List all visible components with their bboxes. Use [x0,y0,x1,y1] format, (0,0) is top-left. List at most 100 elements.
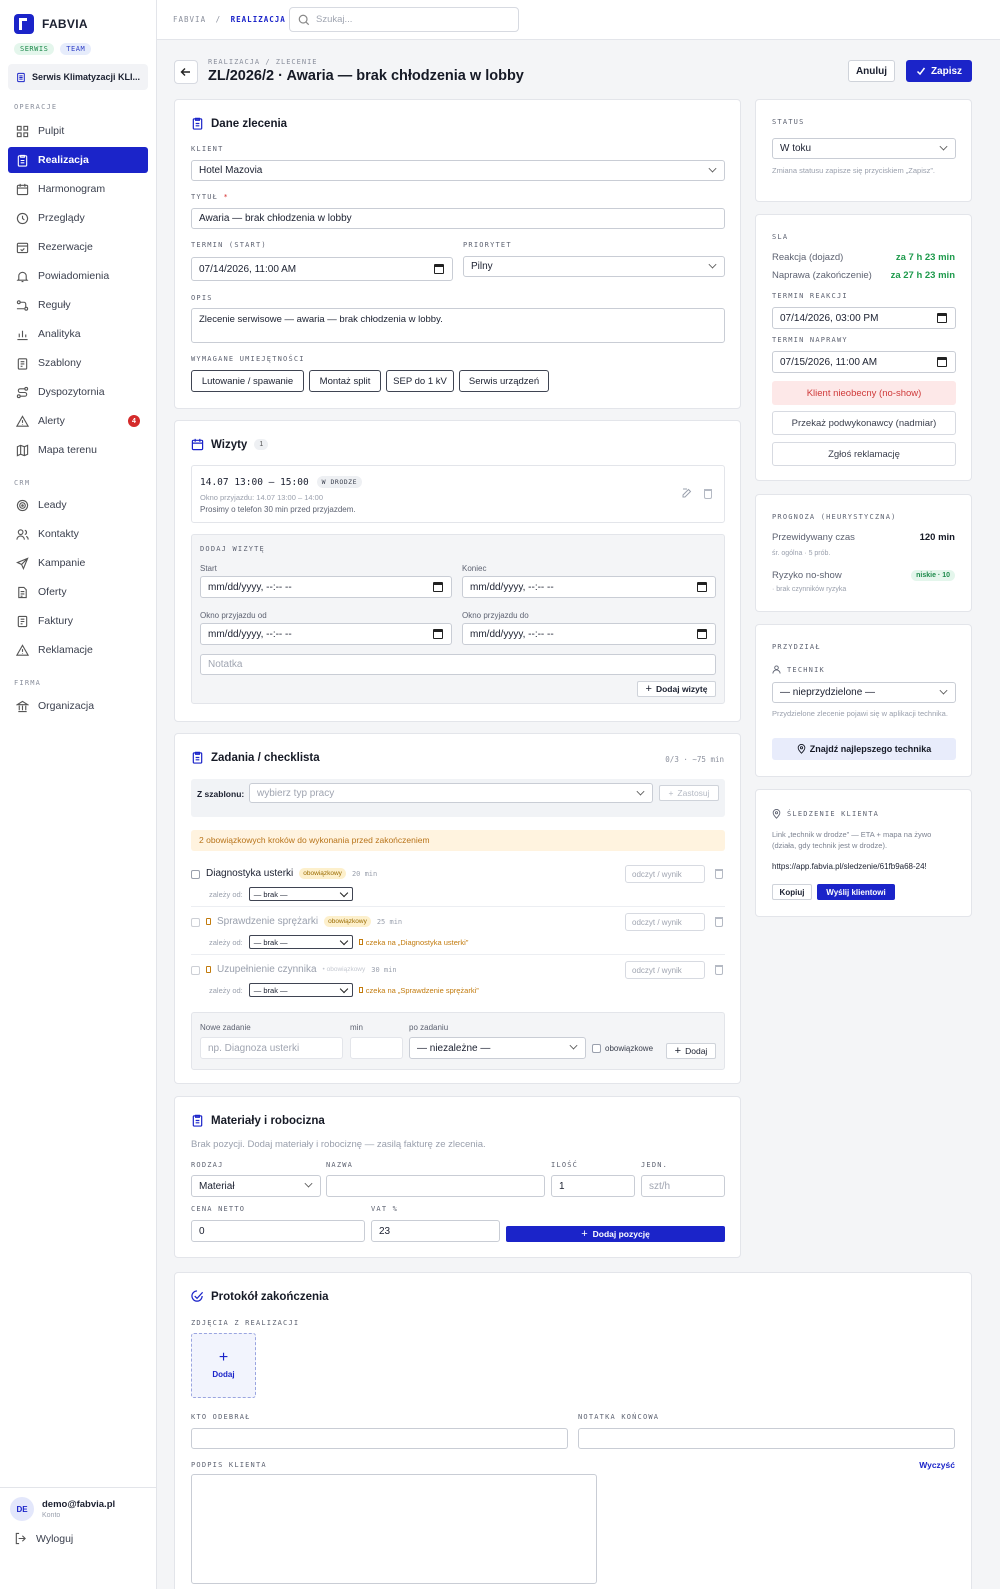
sidebar-item-mapa[interactable]: Mapa terenu [8,437,148,463]
rodzaj-select[interactable]: Materiał [191,1175,321,1197]
window-from-input[interactable]: mm/dd/yyyy, --:-- -- [200,623,452,645]
mandatory-checkbox[interactable] [592,1044,601,1053]
logout-button[interactable]: Wyloguj [14,1532,73,1545]
priorytet-select[interactable]: Pilny [463,256,725,277]
sidebar-item-alerty[interactable]: Alerty 4 [8,408,148,434]
add-task-button[interactable]: + Dodaj [666,1043,716,1059]
final-note-input[interactable] [578,1428,955,1449]
technician-value: — nieprzydzielone — [780,687,876,698]
calendar-icon[interactable] [937,357,947,367]
save-button[interactable]: Zapisz [906,60,972,82]
sidebar-item-organizacja[interactable]: Organizacja [8,693,148,719]
dependency-select[interactable]: — brak — [248,887,353,901]
signature-pad[interactable] [191,1474,597,1584]
sidebar-item-analityka[interactable]: Analityka [8,321,148,347]
noshow-button[interactable]: Klient nieobecny (no-show) [772,381,956,405]
sidebar-item-kampanie[interactable]: Kampanie [8,550,148,576]
receiver-input[interactable] [191,1428,568,1449]
result-input[interactable]: odczyt / wynik [625,961,705,979]
trash-icon[interactable] [704,489,712,499]
after-task-select[interactable]: — niezależne — [409,1037,586,1059]
find-technician-button[interactable]: Znajdź najlepszego technika [772,738,956,760]
result-input[interactable]: odczyt / wynik [625,865,705,883]
dependency-select[interactable]: — brak — [248,983,353,997]
calendar-icon[interactable] [433,629,443,639]
sidebar-item-realizacja[interactable]: Realizacja [8,147,148,173]
skill-chip[interactable]: SEP do 1 kV [386,370,454,392]
add-item-button[interactable]: + Dodaj pozycję [506,1226,725,1242]
trash-icon[interactable] [715,965,723,975]
end-datetime-input[interactable]: mm/dd/yyyy, --:-- -- [462,576,716,598]
calendar-icon[interactable] [697,629,707,639]
trash-icon[interactable] [715,917,723,927]
clear-signature-link[interactable]: Wyczyść [919,1460,955,1470]
sidebar-item-label: Przeglądy [38,212,85,224]
sidebar-item-rezerwacje[interactable]: Rezerwacje [8,234,148,260]
sidebar-item-dyspozytornia[interactable]: Dyspozytornia [8,379,148,405]
sidebar-item-przeglady[interactable]: Przeglądy [8,205,148,231]
add-visit-button[interactable]: + Dodaj wizytę [637,681,716,697]
logo[interactable]: FABVIA [14,14,88,34]
task-checkbox[interactable] [191,966,200,975]
task-checkbox[interactable] [191,870,200,879]
minutes-input[interactable] [350,1037,403,1059]
sidebar-item-leady[interactable]: Leady [8,492,148,518]
calendar-icon[interactable] [937,313,947,323]
start-datetime-input[interactable]: mm/dd/yyyy, --:-- -- [200,576,452,598]
sidebar-item-reklamacje[interactable]: Reklamacje [8,637,148,663]
repair-deadline-input[interactable]: 07/15/2026, 11:00 AM [772,351,956,373]
edit-icon[interactable] [682,488,692,498]
sidebar-item-pulpit[interactable]: Pulpit [8,118,148,144]
status-value: W toku [780,143,812,154]
back-button[interactable] [174,60,198,84]
skill-chip[interactable]: Serwis urządzeń [459,370,549,392]
new-task-input[interactable]: np. Diagnoza usterki [200,1037,343,1059]
chevron-down-icon [708,164,717,173]
sidebar-item-kontakty[interactable]: Kontakty [8,521,148,547]
status-select[interactable]: W toku [772,138,956,159]
visit-item[interactable]: 14.07 13:00 – 15:00 W DRODZE Okno przyja… [191,465,725,523]
org-switcher[interactable]: Serwis Klimatyzacji KLI... [8,64,148,90]
breadcrumb-root[interactable]: FABVIA [173,15,206,24]
sidebar-item-szablony[interactable]: Szablony [8,350,148,376]
opis-textarea[interactable]: Zlecenie serwisowe — awaria — brak chłod… [191,308,725,343]
subcontractor-button[interactable]: Przekaż podwykonawcy (nadmiar) [772,411,956,435]
sidebar-item-reguly[interactable]: Reguły [8,292,148,318]
dependency-select[interactable]: — brak — [248,935,353,949]
note-input[interactable]: Notatka [200,654,716,675]
reaction-deadline-input[interactable]: 07/14/2026, 03:00 PM [772,307,956,329]
termin-datetime-input[interactable]: 07/14/2026, 11:00 AM [191,257,453,281]
ilosc-input[interactable]: 1 [551,1175,635,1197]
complaint-button[interactable]: Zgłoś reklamację [772,442,956,466]
tytul-input[interactable]: Awaria — brak chłodzenia w lobby [191,208,725,229]
technician-select[interactable]: — nieprzydzielone — [772,682,956,703]
vat-input[interactable]: 23 [371,1220,500,1242]
result-input[interactable]: odczyt / wynik [625,913,705,931]
sidebar-item-oferty[interactable]: Oferty [8,579,148,605]
add-photo-button[interactable]: + Dodaj [191,1333,256,1398]
sidebar-item-faktury[interactable]: Faktury [8,608,148,634]
calendar-icon[interactable] [697,582,707,592]
user-account[interactable]: DE demo@fabvia.pl Konto [10,1497,115,1521]
window-to-input[interactable]: mm/dd/yyyy, --:-- -- [462,623,716,645]
sidebar-item-powiadomienia[interactable]: Powiadomienia [8,263,148,289]
sidebar-item-harmonogram[interactable]: Harmonogram [8,176,148,202]
tracking-url[interactable]: https://app.fabvia.pl/sledzenie/61fb9a68… [772,862,956,871]
skill-chip[interactable]: Montaż split [309,370,381,392]
cancel-button[interactable]: Anuluj [848,60,895,82]
skill-chip[interactable]: Lutowanie / spawanie [191,370,304,392]
task-checkbox[interactable] [191,918,200,927]
klient-select[interactable]: Hotel Mazovia [191,160,725,181]
cena-input[interactable]: 0 [191,1220,365,1242]
nazwa-input[interactable] [326,1175,545,1197]
copy-link-button[interactable]: Kopiuj [772,884,812,900]
send-to-client-button[interactable]: Wyślij klientowi [817,884,895,900]
search-input[interactable]: Szukaj... [289,7,519,32]
sla-repair-row: Naprawa (zakończenie) za 27 h 23 min [772,270,955,281]
jedn-input[interactable]: szt/h [641,1175,725,1197]
template-select[interactable]: wybierz typ pracy [249,783,653,803]
calendar-icon[interactable] [433,582,443,592]
apply-template-button[interactable]: + Zastosuj [659,785,719,801]
trash-icon[interactable] [715,869,723,879]
calendar-icon[interactable] [434,264,444,274]
